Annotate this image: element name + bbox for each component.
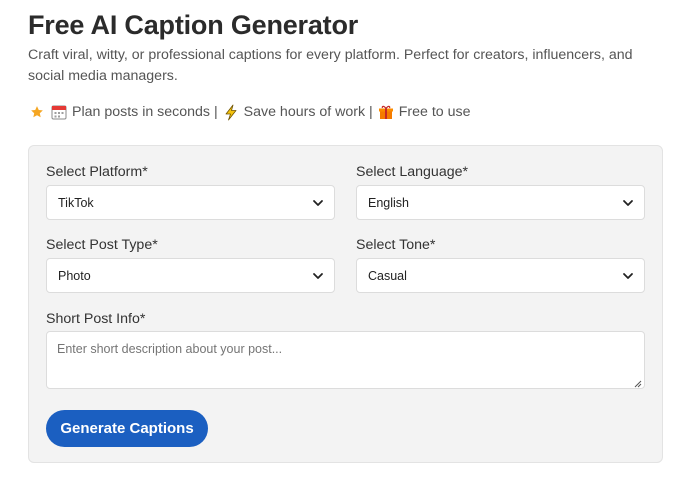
page-subtitle: Craft viral, witty, or professional capt… xyxy=(28,47,633,84)
language-value: English xyxy=(368,195,409,210)
language-select[interactable]: English xyxy=(356,185,645,220)
tone-value: Casual xyxy=(368,268,407,283)
platform-label: Select Platform* xyxy=(46,164,148,180)
post-type-label: Select Post Type* xyxy=(46,237,158,253)
feature-plan: Plan posts in seconds | xyxy=(72,104,218,120)
post-type-value: Photo xyxy=(58,268,91,283)
star-icon xyxy=(28,103,46,121)
feature-highlights: Plan posts in seconds | Save hours of wo… xyxy=(28,102,471,122)
platform-value: TikTok xyxy=(58,195,94,210)
gift-icon xyxy=(377,103,395,121)
post-info-label: Short Post Info* xyxy=(46,311,146,327)
lightning-icon xyxy=(222,103,240,121)
chevron-down-icon xyxy=(622,270,634,282)
chevron-down-icon xyxy=(312,197,324,209)
tone-select[interactable]: Casual xyxy=(356,258,645,293)
platform-select[interactable]: TikTok xyxy=(46,185,335,220)
language-label: Select Language* xyxy=(356,164,469,180)
chevron-down-icon xyxy=(622,197,634,209)
post-info-textarea[interactable]: Enter short description about your post.… xyxy=(46,331,645,389)
page-title: Free AI Caption Generator xyxy=(28,10,359,40)
calendar-icon xyxy=(50,103,68,121)
post-type-select[interactable]: Photo xyxy=(46,258,335,293)
chevron-down-icon xyxy=(312,270,324,282)
tone-label: Select Tone* xyxy=(356,237,436,253)
post-info-placeholder: Enter short description about your post.… xyxy=(57,342,283,356)
resize-grip-icon[interactable] xyxy=(633,377,642,388)
feature-free: Free to use xyxy=(398,104,471,120)
generate-captions-button[interactable]: Generate Captions xyxy=(46,410,208,447)
feature-save: Save hours of work | xyxy=(243,104,373,120)
caption-form-card: Select Platform* TikTok Select Language*… xyxy=(28,145,663,463)
